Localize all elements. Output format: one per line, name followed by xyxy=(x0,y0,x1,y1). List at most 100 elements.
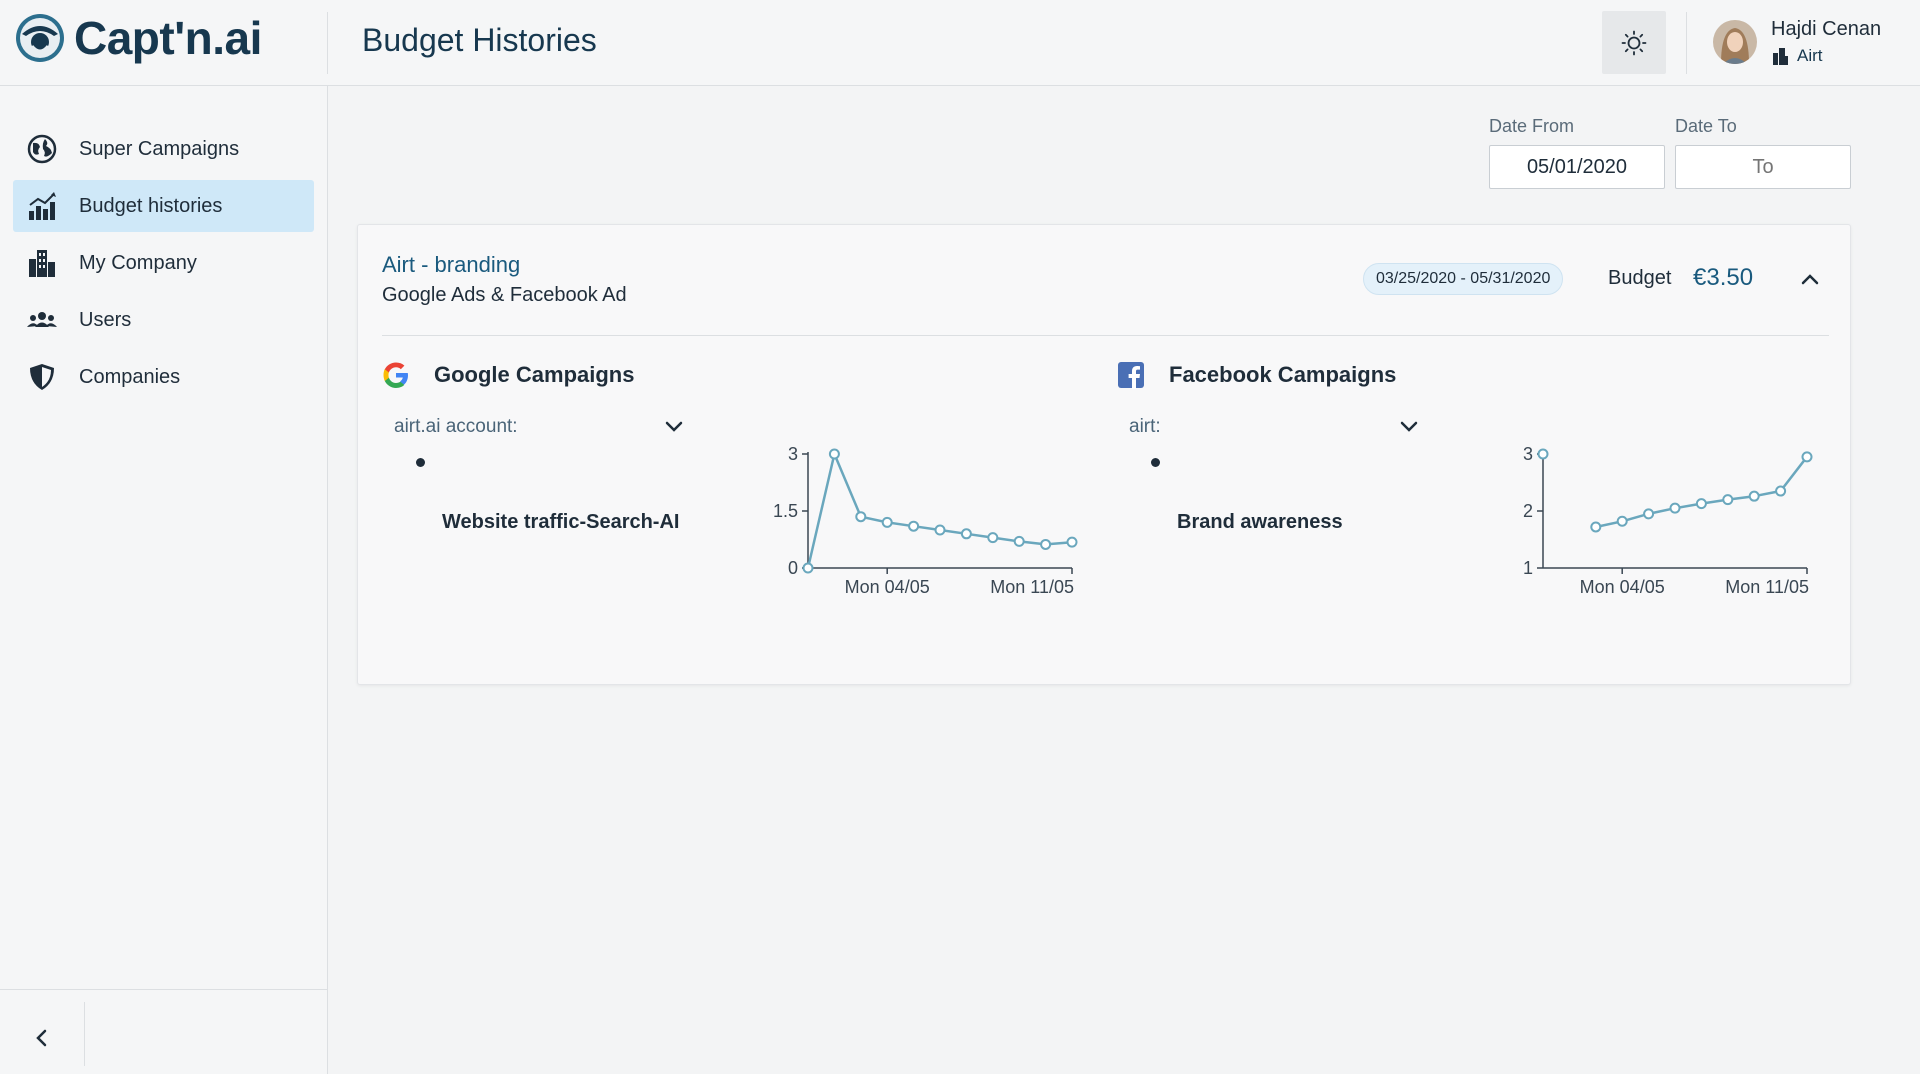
date-from-input[interactable] xyxy=(1489,145,1665,189)
campaign-subtitle: Google Ads & Facebook Ad xyxy=(382,284,627,306)
sidebar-item-budget-histories[interactable]: Budget histories xyxy=(13,180,314,232)
user-name[interactable]: Hajdi Cenan xyxy=(1771,18,1881,41)
header-divider xyxy=(1686,12,1687,74)
data-point xyxy=(960,528,972,540)
footer-divider xyxy=(84,1002,85,1066)
chevron-up-icon xyxy=(1801,274,1819,285)
facebook-subcampaign-name: Brand awareness xyxy=(1177,511,1343,533)
chevron-down-icon xyxy=(1400,421,1418,432)
chevron-left-icon xyxy=(36,1029,47,1047)
data-point xyxy=(1013,535,1025,547)
data-point xyxy=(802,562,814,574)
date-from-label: Date From xyxy=(1489,116,1575,136)
google-campaigns-section: Google Campaigns airt.ai account: Websit… xyxy=(382,361,1102,661)
y-tick-label: 1 xyxy=(1523,558,1533,578)
facebook-campaigns-title: Facebook Campaigns xyxy=(1169,362,1397,387)
google-account-select[interactable]: airt.ai account: xyxy=(394,411,684,443)
data-point xyxy=(855,511,867,523)
data-point xyxy=(1066,536,1078,548)
google-icon xyxy=(383,362,408,388)
collapse-card-button[interactable] xyxy=(1796,265,1824,293)
data-point xyxy=(1722,494,1734,506)
date-to-input[interactable] xyxy=(1675,145,1851,189)
sidebar-item-super-campaigns[interactable]: Super Campaigns xyxy=(13,123,314,175)
facebook-campaigns-section: Facebook Campaigns airt: Brand awareness… xyxy=(1117,361,1837,661)
building-icon xyxy=(1773,48,1788,65)
google-account-label: airt.ai account: xyxy=(394,416,518,437)
sidebar-item-my-company[interactable]: My Company xyxy=(13,237,314,289)
data-point xyxy=(1616,515,1628,527)
date-to-label: Date To xyxy=(1675,116,1737,136)
x-tick-label: Mon 11/05 xyxy=(1725,577,1809,597)
x-tick-label: Mon 04/05 xyxy=(1580,577,1665,597)
page-title: Budget Histories xyxy=(362,22,597,58)
data-point xyxy=(881,516,893,528)
users-icon xyxy=(27,305,57,335)
sidebar-item-companies[interactable]: Companies xyxy=(13,351,314,403)
data-point xyxy=(1643,508,1655,520)
facebook-campaigns-header: Facebook Campaigns xyxy=(1117,361,1396,389)
series-line xyxy=(806,452,1073,569)
avatar-image xyxy=(1713,20,1757,64)
top-header: Capt'n.ai Budget Histories Hajdi Cenan A… xyxy=(0,0,1920,86)
y-tick-label: 3 xyxy=(1523,444,1533,464)
google-budget-chart: 0 1.5 3 Mon 04/05 Mon 11/05 xyxy=(773,444,1078,597)
data-point xyxy=(1669,502,1681,514)
avatar[interactable] xyxy=(1713,20,1757,64)
card-divider xyxy=(382,335,1829,336)
chevron-down-icon xyxy=(665,421,683,432)
data-point xyxy=(1695,498,1707,510)
campaign-card: Airt - branding Google Ads & Facebook Ad… xyxy=(357,224,1851,685)
sidebar-item-label: Super Campaigns xyxy=(79,137,240,160)
collapse-sidebar-button[interactable] xyxy=(24,1020,60,1056)
budget-value: €3.50 xyxy=(1693,264,1754,291)
bar-chart-icon xyxy=(27,191,57,221)
google-campaigns-title: Google Campaigns xyxy=(434,362,635,387)
y-tick-label: 0 xyxy=(788,558,798,578)
sidebar-item-label: My Company xyxy=(79,251,197,274)
y-tick-label: 1.5 xyxy=(773,501,798,521)
data-point xyxy=(1801,451,1813,463)
y-tick-label: 3 xyxy=(788,444,798,464)
data-point xyxy=(1775,485,1787,497)
sun-icon xyxy=(1621,30,1647,55)
sidebar-item-users[interactable]: Users xyxy=(13,294,314,346)
sidebar-item-label: Users xyxy=(79,308,132,331)
data-point xyxy=(934,524,946,536)
data-point xyxy=(1590,521,1602,533)
data-point xyxy=(987,532,999,544)
globe-icon xyxy=(27,134,57,164)
sidebar-item-label: Companies xyxy=(79,365,181,388)
shield-icon xyxy=(27,362,57,392)
facebook-icon xyxy=(1118,362,1144,389)
user-company[interactable]: Airt xyxy=(1771,46,1823,66)
user-company-name: Airt xyxy=(1797,46,1823,65)
x-tick-label: Mon 11/05 xyxy=(990,577,1074,597)
facebook-budget-chart: 1 2 3 Mon 04/05 Mon 11/05 xyxy=(1523,444,1813,597)
sidebar-footer xyxy=(0,989,328,1074)
campaign-title[interactable]: Airt - branding xyxy=(382,252,520,278)
data-point xyxy=(1040,538,1052,550)
data-point xyxy=(1537,448,1549,460)
building-icon xyxy=(27,248,57,278)
sidebar-nav: Super Campaigns Budget histories My Comp… xyxy=(13,123,314,408)
header-divider xyxy=(327,12,328,74)
data-point xyxy=(908,520,920,532)
google-campaigns-header: Google Campaigns xyxy=(382,361,634,389)
facebook-account-select[interactable]: airt: xyxy=(1129,411,1419,443)
x-tick-label: Mon 04/05 xyxy=(845,577,930,597)
captain-logo-icon xyxy=(16,14,64,62)
sidebar-item-label: Budget histories xyxy=(79,194,223,217)
facebook-account-label: airt: xyxy=(1129,416,1161,437)
data-point xyxy=(1748,490,1760,502)
budget-label: Budget xyxy=(1608,267,1672,289)
y-tick-label: 2 xyxy=(1523,501,1533,521)
theme-toggle-button[interactable] xyxy=(1602,11,1666,74)
logo[interactable]: Capt'n.ai xyxy=(14,12,262,64)
list-bullet xyxy=(416,458,425,467)
google-subcampaign-name: Website traffic-Search-AI xyxy=(442,511,680,533)
data-point xyxy=(828,448,840,460)
logo-text: Capt'n.ai xyxy=(74,12,262,64)
sidebar: Super Campaigns Budget histories My Comp… xyxy=(0,86,328,1074)
list-bullet xyxy=(1151,458,1160,467)
